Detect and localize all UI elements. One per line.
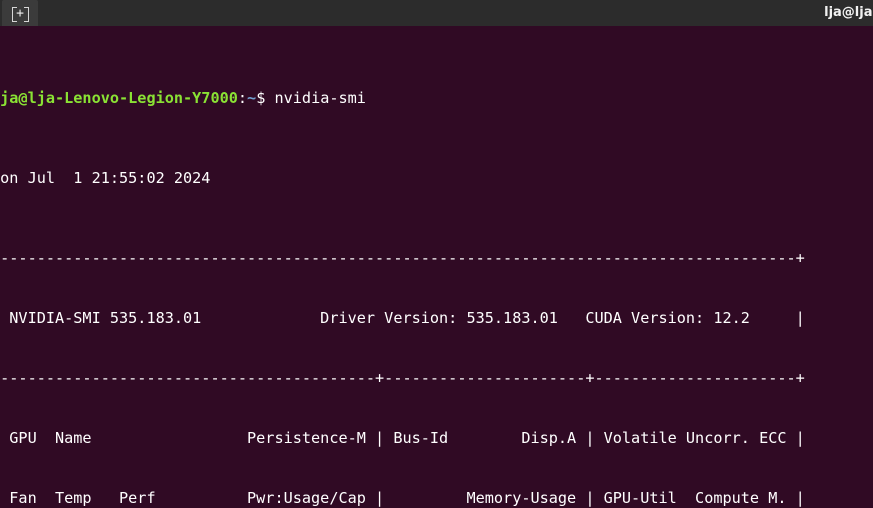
typed-command: nvidia-smi [265, 89, 366, 107]
plus-icon: + [11, 6, 29, 22]
watermark-znwx: znwx.cn [783, 503, 854, 508]
prompt-dollar: $ [256, 89, 266, 107]
prompt-path: ~ [247, 89, 257, 107]
command-prompt-line: lja@lja-Lenovo-Legion-Y7000:~$ nvidia-sm… [0, 88, 814, 108]
table-border-mid: |---------------------------------------… [0, 369, 805, 387]
prompt-user-host: lja@lja-Lenovo-Legion-Y7000 [0, 89, 238, 107]
new-tab-button[interactable]: + [2, 0, 38, 26]
prompt-colon: : [237, 89, 248, 107]
terminal-text-buffer: lja@lja-Lenovo-Legion-Y7000:~$ nvidia-sm… [0, 28, 814, 508]
window-titlebar: + lja@lja-Le [0, 0, 873, 26]
smi-version-line: | NVIDIA-SMI 535.183.01 Driver Version: … [0, 309, 805, 327]
date-line: Mon Jul 1 21:55:02 2024 [0, 169, 211, 187]
column-header-row-2: | Fan Temp Perf Pwr:Usage/Cap | Memory-U… [0, 489, 805, 507]
table-border-top: +---------------------------------------… [0, 249, 805, 267]
terminal-window: + lja@lja-Le lja@lja-Lenovo-Legion-Y7000… [0, 0, 873, 508]
terminal-output-area[interactable]: lja@lja-Lenovo-Legion-Y7000:~$ nvidia-sm… [0, 26, 873, 508]
window-title: lja@lja-Le [824, 5, 873, 20]
bracket-right-decoration [23, 6, 29, 22]
column-header-row-1: | GPU Name Persistence-M | Bus-Id Disp.A… [0, 429, 805, 447]
